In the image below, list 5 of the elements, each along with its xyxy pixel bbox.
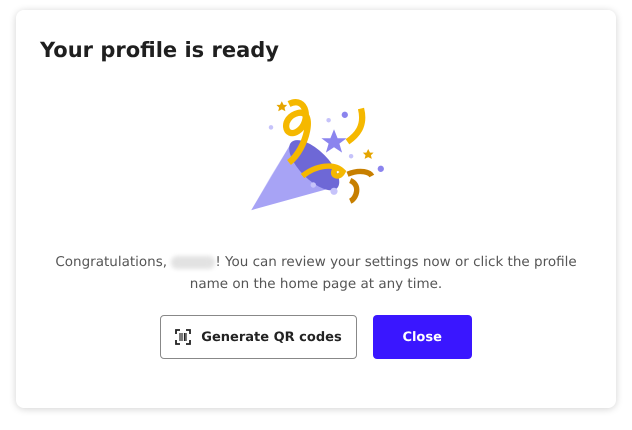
close-button[interactable]: Close bbox=[372, 315, 472, 359]
barcode-scan-icon bbox=[175, 329, 192, 345]
dialog-title: Your profile is ready bbox=[40, 38, 279, 62]
generate-qr-codes-button[interactable]: Generate QR codes bbox=[160, 315, 357, 359]
congratulations-message: Congratulations, ! You can review your settings now or click the profile name on the home page at any time. bbox=[54, 253, 578, 294]
